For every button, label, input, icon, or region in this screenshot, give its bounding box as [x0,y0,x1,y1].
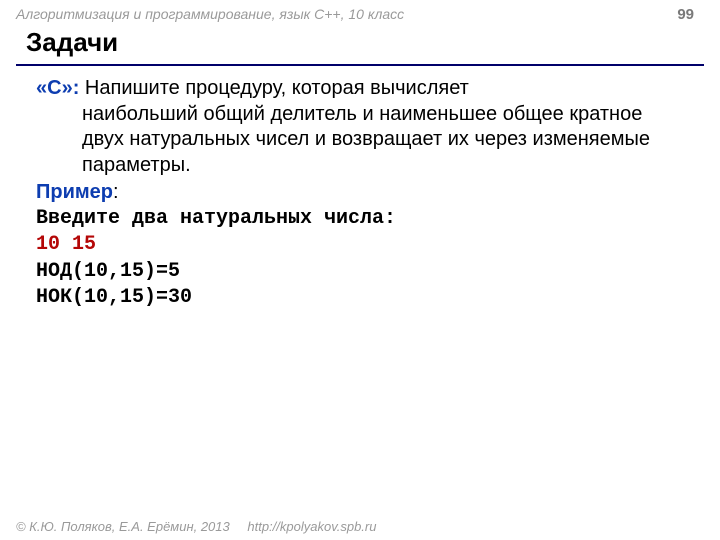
header-bar: Алгоритмизация и программирование, язык … [0,0,720,25]
example-label: Пример [36,181,113,203]
course-name: Алгоритмизация и программирование, язык … [16,6,404,22]
task-block: «C»: Напишите процедуру, которая вычисля… [36,76,688,178]
task-tag: «C»: [36,77,79,99]
page-number: 99 [677,6,704,23]
title-rule [16,64,704,66]
footer: © К.Ю. Поляков, Е.А. Ерёмин, 2013 http:/… [0,519,720,534]
slide: Алгоритмизация и программирование, язык … [0,0,720,540]
example-output-1: НОД(10,15)=5 [36,259,688,285]
task-text-first-line: Напишите процедуру, которая вычисляет [79,77,468,99]
example-prompt: Введите два натуральных числа: [36,206,688,232]
task-text-rest: наибольший общий делитель и наименьшее о… [36,102,688,179]
example-colon: : [113,181,119,203]
content-area: «C»: Напишите процедуру, которая вычисля… [0,76,720,312]
example-input: 10 15 [36,232,688,258]
example-output-2: НОК(10,15)=30 [36,285,688,311]
footer-copyright: © К.Ю. Поляков, Е.А. Ерёмин, 2013 [16,519,230,534]
slide-title: Задачи [0,25,720,62]
footer-url: http://kpolyakov.spb.ru [247,519,376,534]
example-label-row: Пример: [36,180,688,206]
